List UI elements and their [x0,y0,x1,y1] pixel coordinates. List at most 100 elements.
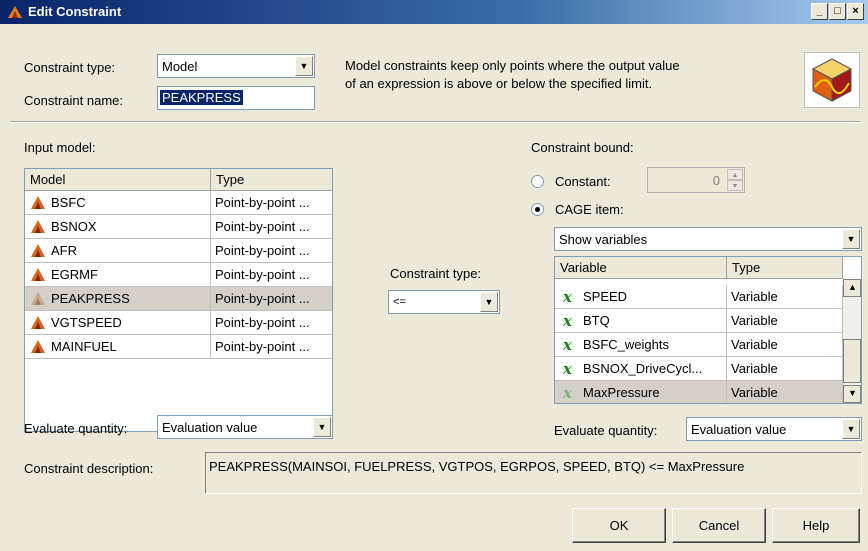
variable-x-icon: x [563,288,572,306]
variable-name-cell: BSFC_weights [555,333,727,357]
model-name-cell: BSNOX [25,215,211,239]
evaluate-quantity-label: Evaluate quantity: [554,423,658,438]
model-name-cell: PEAKPRESS [25,287,211,311]
scrollbar[interactable]: ▲ ▼ [843,279,861,403]
input-model-label: Input model: [24,140,96,155]
model-icon [29,194,47,211]
model-icon [29,314,47,331]
constraint-name-value: PEAKPRESS [160,90,243,105]
model-type-cell: Point-by-point ... [211,335,332,359]
ok-button[interactable]: OK [572,508,666,543]
variable-name-cell: BTQ [555,309,727,333]
cage-variables-table[interactable]: Variable Type ▲ ▼ SPEED x Variable BTQ x Vari… [554,256,862,404]
model-type-cell: Point-by-point ... [211,239,332,263]
evaluate-quantity-value: Evaluation value [691,422,787,437]
scroll-thumb[interactable] [843,339,861,383]
table-row[interactable]: MAINFUEL Point-by-point ... [25,335,332,359]
model-type-cell: Point-by-point ... [211,263,332,287]
constraint-type-label: Constraint type: [24,60,116,75]
cage-item-radio[interactable] [531,203,544,216]
model-name-cell: VGTSPEED [25,311,211,335]
constraint-description-value: PEAKPRESS(MAINSOI, FUELPRESS, VGTPOS, EG… [209,459,745,474]
minimize-button[interactable]: _ [811,3,828,20]
arrow-down-icon: ▼ [848,388,857,398]
info-text-line1: Model constraints keep only points where… [345,58,680,73]
table-row[interactable]: PEAKPRESS Point-by-point ... [25,287,332,311]
constraint-description-box: PEAKPRESS(MAINSOI, FUELPRESS, VGTPOS, EG… [205,452,862,494]
model-name-cell: MAINFUEL [25,335,211,359]
variable-type-cell: Variable [727,285,843,309]
operator-select[interactable]: <= ▼ [388,290,500,314]
constraint-type-select[interactable]: Model ▼ [157,54,315,78]
model-type-cell: Point-by-point ... [211,191,332,215]
table-row[interactable]: EGRMF Point-by-point ... [25,263,332,287]
constraint-type-value: Model [162,59,198,74]
variable-name-cell: MaxPressure [555,381,727,403]
chevron-down-icon: ▼ [842,419,860,439]
title-bar [0,0,868,24]
chevron-down-icon: ▼ [295,56,313,76]
close-button[interactable]: × [847,3,864,20]
variable-name-cell: BSNOX_DriveCycl... [555,357,727,381]
constant-spinner: 0 ▲ ▼ [647,167,745,193]
show-variables-value: Show variables [559,232,648,247]
table-row[interactable]: BTQ x Variable [555,309,843,333]
table-row[interactable]: BSNOX_DriveCycl... x Variable [555,357,843,381]
scroll-up-button[interactable]: ▲ [843,279,861,297]
constant-radio[interactable] [531,175,544,188]
model-icon [29,290,47,307]
column-header-type[interactable]: Type [211,169,332,191]
column-header-variable[interactable]: Variable [555,257,727,279]
table-row[interactable]: BSFC Point-by-point ... [25,191,332,215]
variable-x-icon: x [563,384,572,402]
show-variables-select[interactable]: Show variables ▼ [554,227,862,251]
cancel-button[interactable]: Cancel [672,508,766,543]
table-row[interactable]: AFR Point-by-point ... [25,239,332,263]
chevron-down-icon: ▼ [480,292,498,312]
window-title: Edit Constraint [28,4,122,19]
variable-x-icon: x [563,360,572,378]
constant-value: 0 [712,173,720,188]
model-type-cell: Point-by-point ... [211,215,332,239]
constraint-bound-label: Constraint bound: [531,140,634,155]
table-row[interactable]: MaxPressure x Variable [555,381,843,403]
model-type-cell: Point-by-point ... [211,287,332,311]
cage-item-label: CAGE item: [555,202,624,217]
model-name-cell: AFR [25,239,211,263]
chevron-down-icon: ▼ [313,417,331,437]
constraint-description-label: Constraint description: [24,461,154,476]
model-icon [29,242,47,259]
model-icon [29,266,47,283]
variable-type-cell: Variable [727,333,843,357]
variable-type-cell: Variable [727,381,843,403]
info-text-line2: of an expression is above or below the s… [345,76,653,91]
app-icon [6,4,24,20]
column-header-type[interactable]: Type [727,257,843,279]
table-row[interactable]: BSNOX Point-by-point ... [25,215,332,239]
column-header-model[interactable]: Model [25,169,211,191]
constraint-name-field[interactable]: PEAKPRESS [157,86,315,110]
evaluate-quantity-select[interactable]: Evaluation value ▼ [686,417,862,441]
operator-value: <= [393,296,406,308]
operator-label: Constraint type: [390,266,482,281]
variable-type-cell: Variable [727,309,843,333]
input-model-table[interactable]: Model Type BSFC Point-by-point ... BSNOX Po… [24,168,333,432]
help-button[interactable]: Help [772,508,860,543]
arrow-up-icon: ▲ [848,282,857,292]
scroll-down-button[interactable]: ▼ [843,385,861,403]
variable-name-cell: SPEED [555,285,727,309]
constraint-name-label: Constraint name: [24,93,123,108]
maximize-button[interactable]: □ [829,3,846,20]
spin-down-icon: ▼ [727,180,743,191]
model-icon [29,218,47,235]
table-row[interactable]: VGTSPEED Point-by-point ... [25,311,332,335]
model-name-cell: BSFC [25,191,211,215]
variable-x-icon: x [563,312,572,330]
model-icon [29,338,47,355]
table-row[interactable]: SPEED x Variable [555,285,843,309]
evaluate-quantity-select[interactable]: Evaluation value ▼ [157,415,333,439]
variable-type-cell: Variable [727,357,843,381]
constant-label: Constant: [555,174,611,189]
spin-up-icon: ▲ [727,169,743,180]
table-row[interactable]: BSFC_weights x Variable [555,333,843,357]
